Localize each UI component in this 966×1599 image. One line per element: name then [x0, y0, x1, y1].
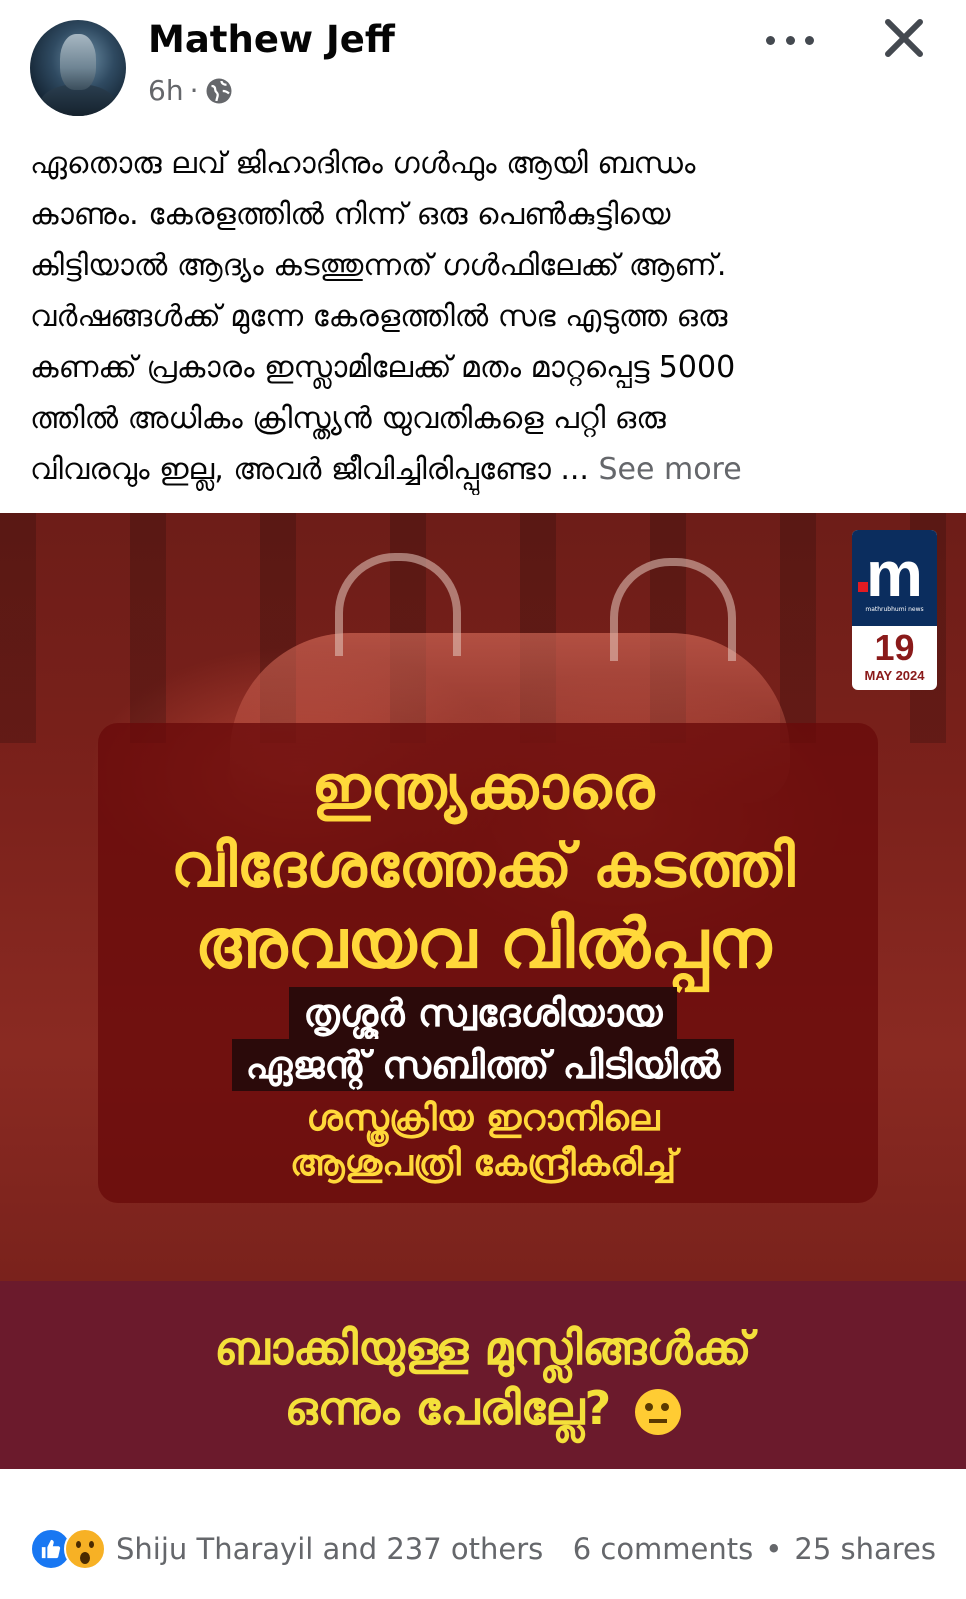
reaction-icons[interactable]	[30, 1528, 106, 1570]
comments-count[interactable]: 6 comments	[573, 1532, 754, 1566]
more-dot	[805, 35, 814, 45]
thumb-up-glyph	[41, 1539, 61, 1559]
caption-band: ബാക്കിയുള്ള മുസ്ലിങ്ങൾക്ക് ഒന്നും പേരില്…	[0, 1281, 966, 1469]
avatar-face	[60, 34, 96, 90]
post-text-line: വർഷങ്ങൾക്ക് മുന്നേ കേരളത്തിൽ സഭ എടുത്ത ഒ…	[30, 299, 728, 334]
post-text-line: വിവരവും ഇല്ല, അവർ ജീവിച്ചിരിപ്പുണ്ടോ ...	[30, 452, 589, 487]
globe-icon	[206, 78, 232, 103]
see-more-link[interactable]: See more	[598, 452, 741, 487]
post-time[interactable]: 6h	[148, 74, 184, 107]
headline-line: അവയവ വിൽപ്പന	[194, 905, 772, 984]
caption-line-2: ഒന്നും പേരില്ലേ?	[0, 1381, 966, 1437]
logo-glyph: m	[866, 537, 923, 610]
headline-subline: തൃശ്ശൂർ സ്വദേശിയായ	[0, 987, 966, 1039]
logo-date-month: MAY 2024	[864, 668, 925, 683]
post-text-line: ഏതൊരു ലവ് ജിഹാദിനും ഗൾഫും ആയി ബന്ധം	[30, 146, 696, 181]
post-meta: 6h ·	[148, 74, 234, 107]
news-photo: m mathrubhumi news 19 MAY 2024 ഇന്ത്യക്ക…	[0, 513, 966, 1281]
headline-line: വിദേശത്തേക്ക് കടത്തി	[171, 831, 795, 901]
more-icon[interactable]	[766, 20, 814, 60]
author-name[interactable]: Mathew Jeff	[148, 18, 395, 61]
news-channel-logo: m mathrubhumi news 19 MAY 2024	[852, 530, 937, 690]
avatar[interactable]	[30, 20, 126, 116]
more-dot	[766, 35, 775, 45]
post-text-line: ത്തിൽ അധികം ക്രിസ്ത്യൻ യുവതികളെ പറ്റി ഒര…	[30, 401, 666, 436]
headline-subline-text: ഏജന്റ് സബിത്ത് പിടിയിൽ	[231, 1039, 735, 1091]
wow-icon	[64, 1528, 106, 1570]
meta-separator: ·	[189, 74, 199, 107]
close-icon[interactable]	[880, 14, 928, 62]
headline-detail: ശസ്ത്രക്രിയ ഇറാനിലെ	[306, 1098, 660, 1139]
post-body-text: ഏതൊരു ലവ് ജിഹാദിനും ഗൾഫും ആയി ബന്ധം കാണു…	[30, 138, 930, 495]
logo-date-day: 19	[874, 627, 915, 668]
caption-line: ബാക്കിയുള്ള മുസ്ലിങ്ങൾക്ക്	[214, 1321, 752, 1375]
headline-detail: ആശുപത്രി കേന്ദ്രീകരിച്ച്	[289, 1143, 677, 1184]
handcuff-left	[335, 553, 461, 656]
reactors-text[interactable]: Shiju Tharayil and 237 others	[116, 1532, 543, 1566]
caption-line: ഒന്നും പേരില്ലേ?	[284, 1381, 612, 1435]
logo-red-square	[858, 582, 868, 592]
logo-subtext: mathrubhumi news	[865, 605, 924, 613]
headline-subline: ഏജന്റ് സബിത്ത് പിടിയിൽ	[0, 1039, 966, 1091]
more-dot	[785, 35, 795, 45]
footer-separator: •	[765, 1532, 783, 1566]
post-text-line: കാണും. കേരളത്തിൽ നിന്ന് ഒരു പെൺകുട്ടിയെ	[30, 197, 671, 232]
post-text-last-line: വിവരവും ഇല്ല, അവർ ജീവിച്ചിരിപ്പുണ്ടോ ...…	[30, 444, 930, 495]
shares-count[interactable]: 25 shares	[794, 1532, 936, 1566]
post-text-line: കണക്ക് പ്രകാരം ഇസ്ലാമിലേക്ക് മതം മാറ്റപ്…	[30, 350, 736, 385]
post-text-line: കിട്ടിയാൽ ആദ്യം കടത്തുന്നത് ഗൾഫിലേക്ക് ആ…	[30, 248, 727, 283]
post-header: Mathew Jeff 6h ·	[0, 0, 966, 130]
handcuff-right	[610, 558, 736, 661]
headline-line: ഇന്ത്യക്കാരെ	[311, 753, 655, 823]
reactions-bar: Shiju Tharayil and 237 others 6 comments…	[30, 1519, 936, 1579]
thinking-emoji-icon	[635, 1388, 682, 1435]
headline-subline-text: തൃശ്ശൂർ സ്വദേശിയായ	[289, 987, 677, 1039]
logo-mark: m mathrubhumi news	[852, 530, 937, 626]
post-image[interactable]: m mathrubhumi news 19 MAY 2024 ഇന്ത്യക്ക…	[0, 513, 966, 1469]
